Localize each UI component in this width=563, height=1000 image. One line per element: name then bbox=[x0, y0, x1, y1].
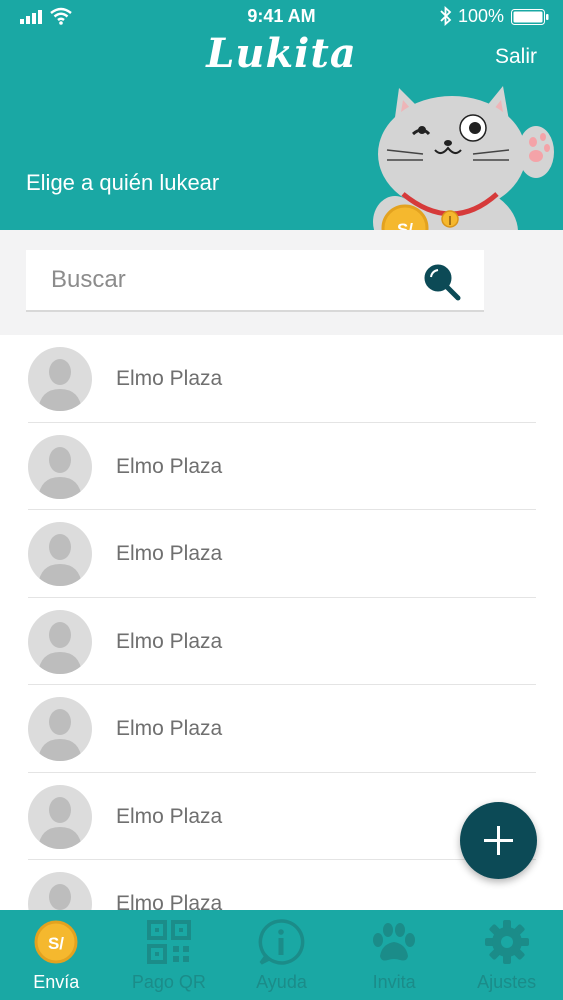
coin-icon: S/ bbox=[34, 920, 78, 964]
contact-row[interactable]: Elmo Plaza bbox=[28, 598, 536, 685]
tab-bar: S/ Envía Pago QR Ayuda Invita Ajustes bbox=[0, 910, 563, 1000]
logout-button[interactable]: Salir bbox=[495, 45, 537, 69]
tab-invita[interactable]: Invita bbox=[338, 910, 451, 1000]
contact-row[interactable]: Elmo Plaza bbox=[28, 685, 536, 773]
tab-pago-qr[interactable]: Pago QR bbox=[113, 910, 226, 1000]
search-box bbox=[26, 250, 484, 312]
add-contact-button[interactable] bbox=[460, 802, 537, 879]
tab-label: Ajustes bbox=[477, 972, 537, 992]
avatar-placeholder-icon bbox=[28, 522, 92, 586]
paw-icon bbox=[373, 923, 416, 961]
lucky-cat-mascot-icon: S/ bbox=[373, 86, 554, 230]
avatar-placeholder-icon bbox=[28, 434, 92, 499]
coin-symbol: S/ bbox=[48, 934, 64, 953]
contact-name: Elmo Plaza bbox=[116, 629, 223, 653]
contact-name: Elmo Plaza bbox=[116, 804, 223, 828]
avatar-placeholder-icon bbox=[28, 872, 92, 910]
status-bar: 9:41 AM 100% bbox=[0, 0, 563, 34]
search-input[interactable] bbox=[26, 250, 406, 310]
avatar-placeholder-icon bbox=[28, 609, 92, 674]
app-logo-title: Lukita bbox=[206, 30, 357, 77]
avatar-placeholder-icon bbox=[28, 347, 92, 411]
avatar-placeholder-icon bbox=[28, 697, 92, 761]
contact-row[interactable]: Elmo Plaza bbox=[28, 510, 536, 598]
contact-name: Elmo Plaza bbox=[116, 892, 223, 910]
gear-icon bbox=[484, 920, 529, 964]
search-icon[interactable] bbox=[422, 262, 462, 302]
contact-name: Elmo Plaza bbox=[116, 542, 223, 565]
tab-ajustes[interactable]: Ajustes bbox=[450, 910, 563, 1000]
contact-name: Elmo Plaza bbox=[116, 367, 223, 390]
contact-row[interactable]: Elmo Plaza bbox=[28, 423, 536, 510]
battery-icon bbox=[511, 9, 549, 25]
avatar-placeholder-icon bbox=[28, 784, 92, 849]
header: 9:41 AM 100% Lukita Salir Elige a quién … bbox=[0, 0, 563, 230]
tab-label: Envía bbox=[33, 972, 80, 992]
qr-code-icon bbox=[146, 920, 191, 964]
coin-symbol: S/ bbox=[397, 220, 413, 230]
plus-icon bbox=[484, 826, 513, 855]
bluetooth-icon bbox=[440, 6, 452, 26]
battery-percent: 100% bbox=[458, 6, 505, 26]
contact-name: Elmo Plaza bbox=[116, 454, 223, 478]
contact-row[interactable]: Elmo Plaza bbox=[28, 860, 536, 910]
tab-ayuda[interactable]: Ayuda bbox=[225, 910, 338, 1000]
tab-label: Invita bbox=[372, 972, 416, 992]
tab-envia[interactable]: S/ Envía bbox=[0, 910, 113, 1000]
header-subtitle: Elige a quién lukear bbox=[26, 170, 220, 195]
info-icon bbox=[259, 919, 305, 965]
contact-name: Elmo Plaza bbox=[116, 717, 223, 740]
contact-row[interactable]: Elmo Plaza bbox=[28, 335, 536, 423]
tab-label: Pago QR bbox=[131, 972, 206, 992]
tab-label: Ayuda bbox=[256, 972, 307, 992]
search-area bbox=[0, 230, 563, 335]
